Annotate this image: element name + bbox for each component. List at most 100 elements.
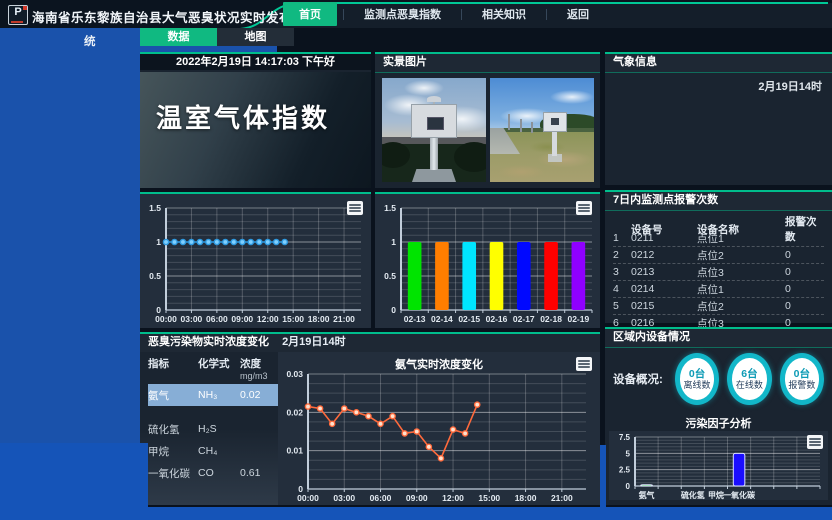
svg-text:12:00: 12:00	[257, 314, 279, 324]
svg-text:06:00: 06:00	[370, 493, 392, 503]
photo2-fence-post	[531, 122, 533, 133]
odor-formula: H₂S	[198, 423, 240, 435]
svg-text:02-18: 02-18	[540, 314, 562, 324]
photo2-fence-post	[520, 119, 522, 132]
alarm-cell: 0	[785, 300, 824, 312]
svg-text:1.5: 1.5	[149, 203, 161, 213]
tab-0[interactable]: 数据	[140, 28, 217, 46]
alarm-cell: 0	[785, 283, 824, 295]
svg-text:1: 1	[156, 237, 161, 247]
odor-col-0: 指标	[148, 356, 198, 371]
alarm-count-title: 7日内监测点报警次数	[605, 192, 832, 211]
odor-row-氨气[interactable]: 氨气NH₃0.02	[148, 384, 278, 406]
station-photo-2[interactable]	[490, 78, 594, 182]
odor-formula: CH₄	[198, 445, 240, 457]
photo-row	[382, 78, 594, 182]
alarm-cell: 0	[785, 249, 824, 261]
chart-menu-icon[interactable]	[576, 201, 592, 215]
page-title: 海南省乐东黎族自治县大气恶臭状况实时发布系	[32, 7, 305, 26]
alarm-cell: 0211	[631, 232, 697, 244]
device-stat-value: 6台	[741, 368, 757, 380]
alarm-cell: 0215	[631, 300, 697, 312]
alarm-cell: 2	[613, 249, 631, 261]
svg-text:18:00: 18:00	[308, 314, 330, 324]
chart-menu-icon[interactable]	[807, 435, 823, 449]
greenhouse-banner-title: 温室气体指数	[156, 98, 330, 135]
alarm-cell: 1	[613, 232, 631, 244]
nav-item-1[interactable]: 监测点恶臭指数	[350, 6, 455, 22]
svg-text:12:00: 12:00	[442, 493, 464, 503]
ammonia-line-chart: 00.010.020.0300:0003:0006:0009:0012:0015…	[278, 352, 600, 505]
odor-col-label: 指标	[148, 356, 198, 371]
alarm-cell: 5	[613, 300, 631, 312]
svg-text:15:00: 15:00	[478, 493, 500, 503]
svg-text:02-14: 02-14	[431, 314, 453, 324]
svg-text:03:00: 03:00	[333, 493, 355, 503]
odor-col-2: 浓度mg/m3	[240, 356, 278, 381]
factor-analysis-title: 污染因子分析	[605, 415, 832, 431]
current-datetime: 2022年2月19日 14:17:03 下午好	[140, 54, 371, 70]
odor-panel-date: 2月19日14时	[282, 336, 346, 348]
svg-text:0: 0	[391, 305, 396, 315]
svg-text:1.5: 1.5	[384, 203, 396, 213]
svg-text:0.5: 0.5	[384, 271, 396, 281]
odor-row-硫化氢[interactable]: 硫化氢H₂S	[148, 418, 278, 440]
nav-item-0[interactable]: 首页	[283, 2, 337, 26]
view-tabs: 数据地图	[140, 28, 294, 46]
odor-formula: CO	[198, 467, 240, 479]
svg-text:0: 0	[626, 482, 631, 491]
odor-col-label: 浓度	[240, 356, 278, 371]
device-stat-label: 离线数	[684, 380, 711, 391]
device-overview-label: 设备概况:	[613, 371, 663, 387]
svg-text:1: 1	[391, 237, 396, 247]
alarm-cell: 点位3	[697, 265, 785, 280]
factor-bar-chart: 02.557.5氨气硫化氢甲烷一氧化碳	[609, 431, 828, 500]
scene-photos-title: 实景图片	[375, 54, 600, 73]
tab-1[interactable]: 地图	[217, 28, 294, 46]
odor-value: 0.02	[240, 389, 278, 401]
svg-text:02-19: 02-19	[567, 314, 589, 324]
alarm-cell: 0	[785, 266, 824, 278]
title-overflow-char: 统	[84, 33, 96, 49]
device-stats-row: 设备概况: 0台离线数6台在线数0台报警数	[613, 353, 828, 405]
svg-text:02-15: 02-15	[458, 314, 480, 324]
odor-row-甲烷[interactable]: 甲烷CH₄	[148, 440, 278, 462]
photo2-fence-post	[508, 114, 510, 130]
photo1-cloud	[404, 80, 444, 96]
alarm-row-1: 20212点位20	[613, 247, 824, 264]
svg-text:0.5: 0.5	[149, 271, 161, 281]
greenhouse-banner: 温室气体指数	[140, 72, 371, 188]
chart-menu-icon[interactable]	[576, 357, 592, 371]
station-photo-1[interactable]	[382, 78, 486, 182]
scene-photos-panel: 实景图片	[375, 52, 600, 188]
tab-underlay-strip	[140, 46, 277, 52]
photo1-pole	[430, 134, 438, 170]
device-stat-label: 报警数	[788, 380, 815, 391]
alarm-count-panel: 7日内监测点报警次数 设备号设备名称报警次数10211点位1020212点位20…	[605, 190, 832, 323]
alarm-row-3: 40214点位10	[613, 281, 824, 298]
chart-menu-icon[interactable]	[347, 201, 363, 215]
photo2-cloud	[550, 90, 594, 104]
odor-row-一氧化碳[interactable]: 一氧化碳CO0.61	[148, 462, 278, 484]
svg-text:18:00: 18:00	[515, 493, 537, 503]
odor-col-1: 化学式	[198, 356, 240, 371]
odor-table-header: 指标化学式浓度mg/m3	[148, 356, 278, 382]
device-stat-value: 0台	[794, 368, 810, 380]
nav-item-2[interactable]: 相关知识	[468, 6, 540, 22]
area-devices-title: 区域内设备情况	[605, 329, 832, 348]
daily-index-bar-chart-panel: 00.511.502-1302-1402-1502-1602-1702-1802…	[375, 192, 600, 328]
device-stat-报警数: 0台报警数	[780, 353, 824, 405]
nav-item-3[interactable]: 返回	[553, 6, 603, 22]
svg-text:21:00: 21:00	[551, 493, 573, 503]
alarm-table: 设备号设备名称报警次数10211点位1020212点位2030213点位3040…	[613, 214, 824, 319]
main-nav: 首页监测点恶臭指数相关知识返回	[283, 0, 603, 28]
device-stat-value: 0台	[689, 368, 705, 380]
footer-band	[0, 507, 832, 520]
nav-separator	[343, 9, 344, 20]
factor-chart-area: 02.557.5氨气硫化氢甲烷一氧化碳	[609, 431, 828, 500]
photo1-bush	[454, 142, 486, 172]
alarm-row-4: 50215点位20	[613, 298, 824, 315]
dashboard-root: P 海南省乐东黎族自治县大气恶臭状况实时发布系 首页监测点恶臭指数相关知识返回 …	[0, 0, 832, 520]
svg-text:00:00: 00:00	[155, 314, 177, 324]
odor-table: 指标化学式浓度mg/m3氨气NH₃0.02硫化氢H₂S甲烷CH₄一氧化碳CO0.…	[140, 352, 278, 505]
